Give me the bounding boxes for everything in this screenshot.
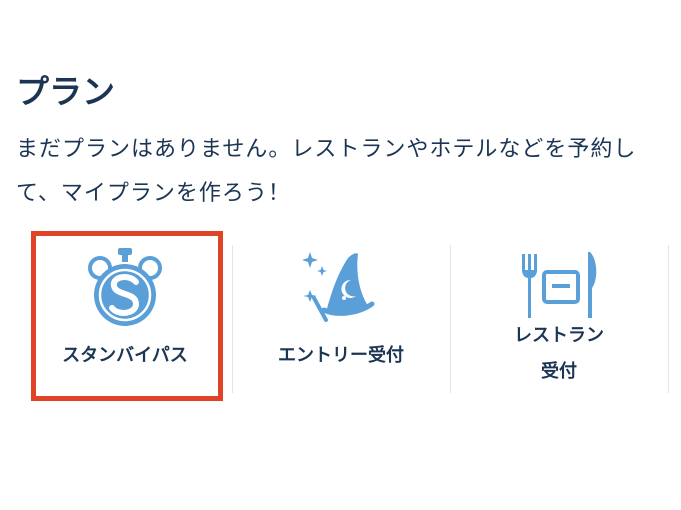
divider <box>668 245 669 393</box>
restaurant-option[interactable]: レストラン 受付 <box>450 230 668 400</box>
restaurant-label-line1: レストラン <box>514 325 604 346</box>
entry-request-label: エントリー受付 <box>278 345 404 366</box>
wizard-hat-icon <box>302 252 375 322</box>
standby-pass-option[interactable]: スタンバイパス <box>16 230 234 400</box>
restaurant-label-line2: 受付 <box>541 361 577 382</box>
plan-options: スタンバイパス エントリー受付 レストラン 受付 <box>0 230 681 400</box>
section-description: まだプランはありません。レストランやホテルなどを予約して、マイプランを作ろう！ <box>16 137 637 206</box>
restaurant-label: レストラン 受付 <box>450 318 668 390</box>
plan-page: プラン まだプランはありません。レストランやホテルなどを予約して、マイプランを作… <box>0 0 681 510</box>
standby-pass-label: スタンバイパス <box>62 345 188 366</box>
standby-pass-icon <box>88 248 162 326</box>
section-title: プラン <box>16 72 115 111</box>
divider <box>450 245 451 393</box>
restaurant-icon <box>522 252 597 318</box>
divider <box>232 245 233 393</box>
entry-request-option[interactable]: エントリー受付 <box>232 230 450 400</box>
